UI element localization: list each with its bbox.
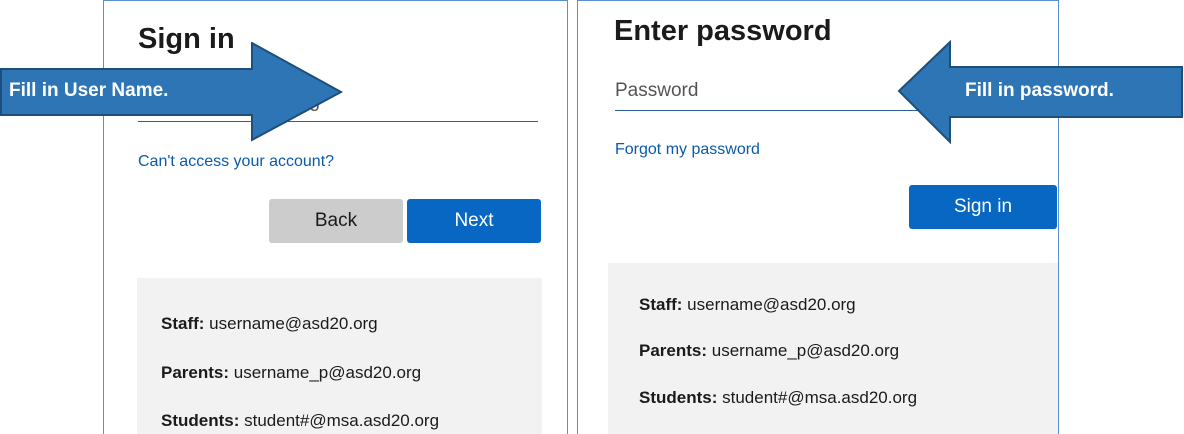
hint-staff: Staff: username@asd20.org bbox=[639, 295, 856, 314]
forgot-password-link[interactable]: Forgot my password bbox=[615, 141, 760, 159]
sign-in-button[interactable]: Sign in bbox=[909, 185, 1057, 229]
cant-access-account-link[interactable]: Can't access your account? bbox=[138, 153, 334, 171]
hint-staff: Staff: username@asd20.org bbox=[161, 314, 378, 333]
page-title: Sign in bbox=[138, 23, 235, 55]
hint-parents: Parents: username_p@asd20.org bbox=[161, 363, 422, 382]
back-button[interactable]: Back bbox=[269, 199, 403, 243]
next-button[interactable]: Next bbox=[407, 199, 541, 243]
sign-in-panel: Sign in Can't access your account? Back … bbox=[103, 0, 568, 434]
page-title: Enter password bbox=[614, 15, 832, 47]
hint-parents: Parents: username_p@asd20.org bbox=[639, 341, 900, 360]
account-hint-box: Staff: username@asd20.org Parents: usern… bbox=[137, 278, 542, 434]
enter-password-panel: Enter password Forgot my password Sign i… bbox=[577, 0, 1059, 434]
fill-username-callout: Fill in User Name. bbox=[9, 80, 169, 101]
email-field[interactable] bbox=[138, 91, 538, 122]
fill-password-callout: Fill in password. bbox=[965, 80, 1114, 101]
hint-students: Students: student#@msa.asd20.org bbox=[161, 411, 440, 430]
account-hint-box: Staff: username@asd20.org Parents: usern… bbox=[608, 263, 1058, 434]
hint-students: Students: student#@msa.asd20.org bbox=[639, 388, 918, 407]
